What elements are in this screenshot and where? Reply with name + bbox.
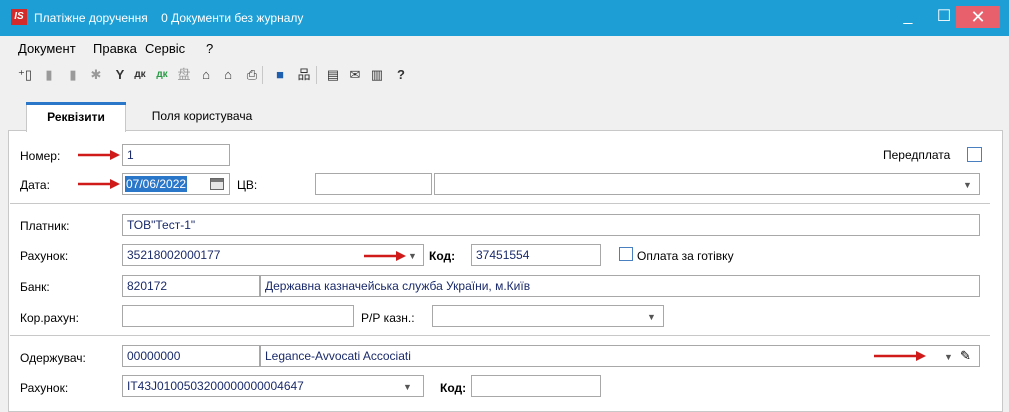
menu-edit[interactable]: Правка (93, 41, 137, 56)
calendar-icon[interactable] (210, 178, 224, 190)
date-label: Дата: (20, 178, 50, 192)
close-button[interactable]: ✕ (956, 6, 1000, 28)
bank-label: Банк: (20, 280, 50, 294)
recipient-code-input[interactable]: 00000000 (122, 345, 260, 367)
filter-icon[interactable]: Y (112, 67, 128, 83)
minimize-button[interactable]: _ (890, 6, 926, 28)
corr-account-label: Кор.рахун: (20, 311, 79, 325)
toolbar-separator (262, 66, 263, 84)
section-divider (10, 335, 990, 336)
chevron-down-icon[interactable]: ▼ (408, 251, 417, 261)
menu-document[interactable]: Документ (18, 41, 76, 56)
window-subtitle: 0 Документи без журналу (161, 11, 304, 25)
window-title-text: Платіжне доручення (34, 11, 148, 25)
recipient-code-input[interactable] (471, 375, 601, 397)
debit-credit-green-icon[interactable]: дк (154, 67, 170, 83)
toolbar: ⁺▯ ▮ ▮ ✱ Y дк дк 盘 ⌂ ⌂ ⎙ ■ 品 ▤ ✉ ▥ ? (0, 60, 1009, 90)
recipient-name-input[interactable]: Legance-Avvocati Accociati (260, 345, 980, 367)
recipient-code-label: Код: (440, 381, 467, 395)
number-label: Номер: (20, 149, 61, 163)
document-icon[interactable]: ▤ (325, 67, 341, 83)
bank-name-input[interactable]: Державна казначейська служба України, м.… (260, 275, 980, 297)
toolbar-separator (316, 66, 317, 84)
tree-icon[interactable]: 品 (296, 67, 312, 83)
cash-payment-label: Оплата за готівку (637, 249, 734, 263)
debit-credit-icon[interactable]: дк (132, 67, 148, 83)
prepayment-label: Передплата (883, 148, 951, 162)
chevron-down-icon[interactable]: ▼ (647, 312, 656, 322)
cv-select[interactable] (434, 173, 980, 195)
app-logo-icon: IS (11, 9, 27, 25)
annotation-arrow (874, 351, 926, 361)
bank-code-input[interactable]: 820172 (122, 275, 260, 297)
pencil-icon[interactable]: ✎ (960, 348, 971, 364)
rr-label: Р/Р казн.: (361, 311, 415, 325)
title-bar: IS Платіжне доручення 0 Документи без жу… (0, 0, 1009, 36)
menu-bar: Документ Правка Сервіс ? (0, 36, 1009, 60)
window-title: Платіжне доручення 0 Документи без журна… (34, 11, 303, 25)
cv-input[interactable] (315, 173, 432, 195)
delete-document-icon[interactable]: ▮ (65, 67, 81, 83)
rr-select[interactable] (432, 305, 664, 327)
section-divider (10, 203, 990, 204)
save-icon[interactable]: ■ (272, 67, 288, 83)
report-icon[interactable]: 盘 (176, 67, 192, 83)
annotation-arrow (78, 150, 120, 160)
recipient-label: Одержувач: (20, 351, 86, 365)
open-alt-icon[interactable]: ⌂ (220, 67, 236, 83)
annotation-arrow (364, 251, 406, 261)
recipient-account-select[interactable]: IT43J0100503200000000004647 (122, 375, 424, 397)
new-document-icon[interactable]: ⁺▯ (17, 67, 33, 83)
mail-icon[interactable]: ✉ (347, 67, 363, 83)
help-icon[interactable]: ? (393, 67, 409, 83)
archive-icon[interactable]: ▥ (369, 67, 385, 83)
code-input[interactable]: 37451554 (471, 244, 601, 266)
code-label: Код: (429, 249, 456, 263)
print-icon[interactable]: ⎙ (244, 67, 260, 83)
link-icon[interactable]: ✱ (88, 67, 104, 83)
payer-input[interactable]: ТОВ"Тест-1" (122, 214, 980, 236)
copy-document-icon[interactable]: ▮ (41, 67, 57, 83)
account-label: Рахунок: (20, 249, 69, 263)
tab-requisites[interactable]: Реквізити (26, 102, 126, 132)
menu-service[interactable]: Сервіс (145, 41, 185, 56)
annotation-arrow (78, 179, 120, 189)
number-input[interactable]: 1 (122, 144, 230, 166)
prepayment-checkbox[interactable] (967, 147, 982, 162)
payer-label: Платник: (20, 219, 70, 233)
open-icon[interactable]: ⌂ (198, 67, 214, 83)
tab-user-fields[interactable]: Поля користувача (132, 102, 272, 130)
date-value: 07/06/2022 (125, 176, 188, 192)
corr-account-input[interactable] (122, 305, 354, 327)
cash-payment-checkbox[interactable] (619, 247, 633, 261)
recipient-account-label: Рахунок: (20, 381, 69, 395)
menu-help[interactable]: ? (206, 41, 213, 56)
cv-label: ЦВ: (237, 178, 258, 192)
chevron-down-icon[interactable]: ▼ (403, 382, 412, 392)
chevron-down-icon[interactable]: ▼ (963, 180, 972, 190)
chevron-down-icon[interactable]: ▼ (944, 352, 953, 362)
